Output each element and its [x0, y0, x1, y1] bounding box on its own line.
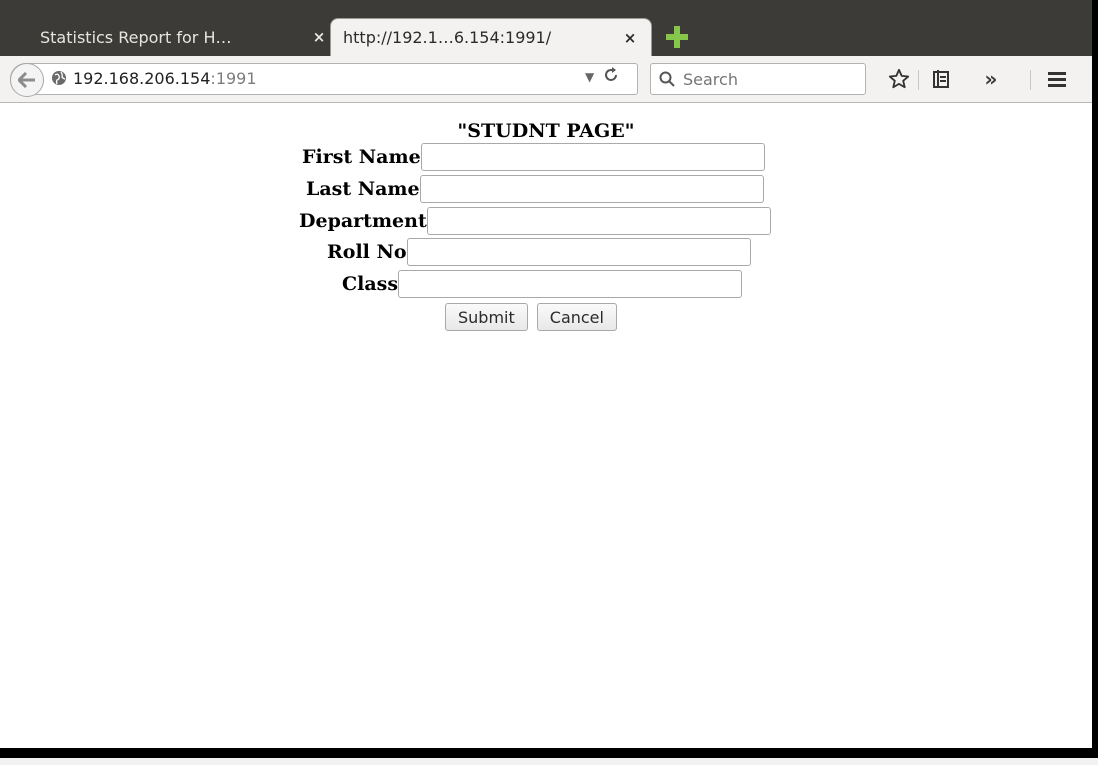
submit-button[interactable]: Submit	[445, 303, 528, 331]
form-buttons: Submit Cancel	[445, 303, 617, 331]
browser-window: Statistics Report for H… × http://192.1……	[0, 0, 1098, 758]
class-row: Class	[342, 270, 743, 298]
tab-statistics-report[interactable]: Statistics Report for H… ×	[28, 18, 340, 56]
url-port: :1991	[210, 69, 257, 88]
roll-no-label: Roll No	[327, 241, 407, 263]
class-label: Class	[342, 273, 399, 295]
cancel-button[interactable]: Cancel	[536, 303, 617, 331]
desktop-background-strip	[0, 758, 1098, 765]
tab-title: http://192.1…6.154:1991/	[343, 28, 552, 47]
department-label: Department	[299, 210, 427, 232]
first-name-row: First Name	[302, 143, 765, 171]
url-host: 192.168.206.154	[73, 69, 211, 88]
tab-close-icon[interactable]: ×	[310, 28, 328, 46]
hamburger-menu-icon[interactable]	[1044, 66, 1070, 92]
department-field[interactable]	[426, 207, 771, 235]
toolbar-separator	[918, 70, 919, 90]
page-content: "STUDNT PAGE" First Name Last Name Depar…	[0, 103, 1092, 748]
search-icon	[659, 71, 675, 87]
url-text[interactable]: 192.168.206.154:1991	[73, 69, 257, 88]
navigation-toolbar: 192.168.206.154:1991 ▼ »	[0, 56, 1092, 103]
tab-close-icon[interactable]: ×	[621, 29, 639, 47]
search-input[interactable]	[681, 68, 865, 90]
star-icon[interactable]	[886, 66, 912, 92]
last-name-row: Last Name	[306, 175, 764, 203]
tab-title: Statistics Report for H…	[40, 27, 232, 47]
reading-list-icon[interactable]	[928, 66, 954, 92]
department-row: Department	[299, 207, 771, 235]
back-arrow-icon[interactable]	[10, 63, 44, 97]
address-bar[interactable]: 192.168.206.154:1991 ▼	[10, 63, 638, 97]
last-name-label: Last Name	[306, 178, 420, 200]
first-name-field[interactable]	[420, 143, 765, 171]
reload-icon[interactable]	[603, 67, 619, 88]
globe-icon[interactable]	[51, 70, 69, 88]
last-name-field[interactable]	[419, 175, 764, 203]
overflow-chevron-icon[interactable]: »	[978, 66, 1004, 92]
new-tab-plus-icon[interactable]	[666, 26, 688, 48]
class-field[interactable]	[398, 270, 743, 298]
first-name-label: First Name	[302, 146, 421, 168]
roll-no-row: Roll No	[327, 238, 751, 266]
toolbar-separator	[1030, 70, 1031, 90]
tab-strip: Statistics Report for H… × http://192.1……	[0, 0, 1092, 56]
history-dropdown-icon[interactable]: ▼	[585, 70, 594, 84]
tab-student-page[interactable]: http://192.1…6.154:1991/ ×	[330, 18, 652, 56]
page-title: "STUDNT PAGE"	[457, 120, 635, 142]
search-box[interactable]	[650, 63, 866, 95]
roll-no-field[interactable]	[406, 238, 751, 266]
